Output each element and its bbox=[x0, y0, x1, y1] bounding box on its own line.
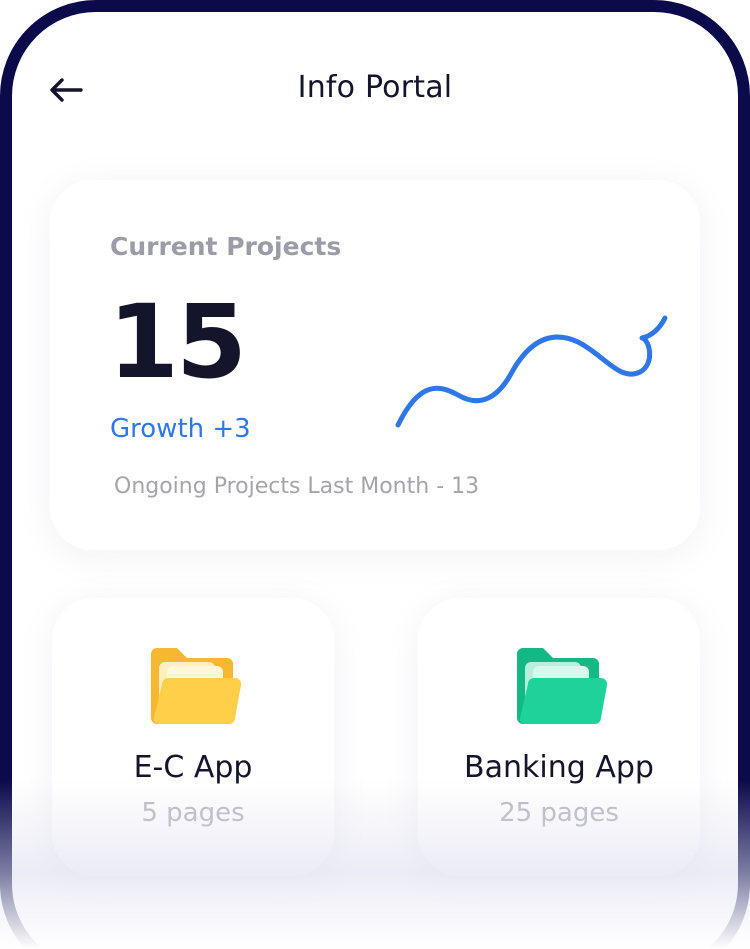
last-month-text: Ongoing Projects Last Month - 13 bbox=[114, 474, 480, 499]
folder-card-ec-app[interactable]: E-C App 5 pages bbox=[52, 598, 334, 876]
folder-icon bbox=[517, 648, 608, 725]
project-count: 15 bbox=[108, 283, 247, 402]
folder-page-count: 5 pages bbox=[141, 798, 245, 828]
folder-name: E-C App bbox=[133, 750, 253, 785]
folder-page-count: 25 pages bbox=[499, 798, 619, 828]
card-label: Current Projects bbox=[110, 232, 342, 261]
folder-name: Banking App bbox=[464, 750, 654, 785]
page-title: Info Portal bbox=[297, 70, 453, 105]
folder-card-banking-app[interactable]: Banking App 25 pages bbox=[418, 598, 700, 876]
sparkline-trend-icon bbox=[395, 315, 668, 428]
folder-icon bbox=[151, 648, 242, 725]
growth-text: Growth +3 bbox=[110, 414, 251, 444]
current-projects-card[interactable]: Current Projects 15 Growth +3 Ongoing Pr… bbox=[50, 180, 700, 550]
